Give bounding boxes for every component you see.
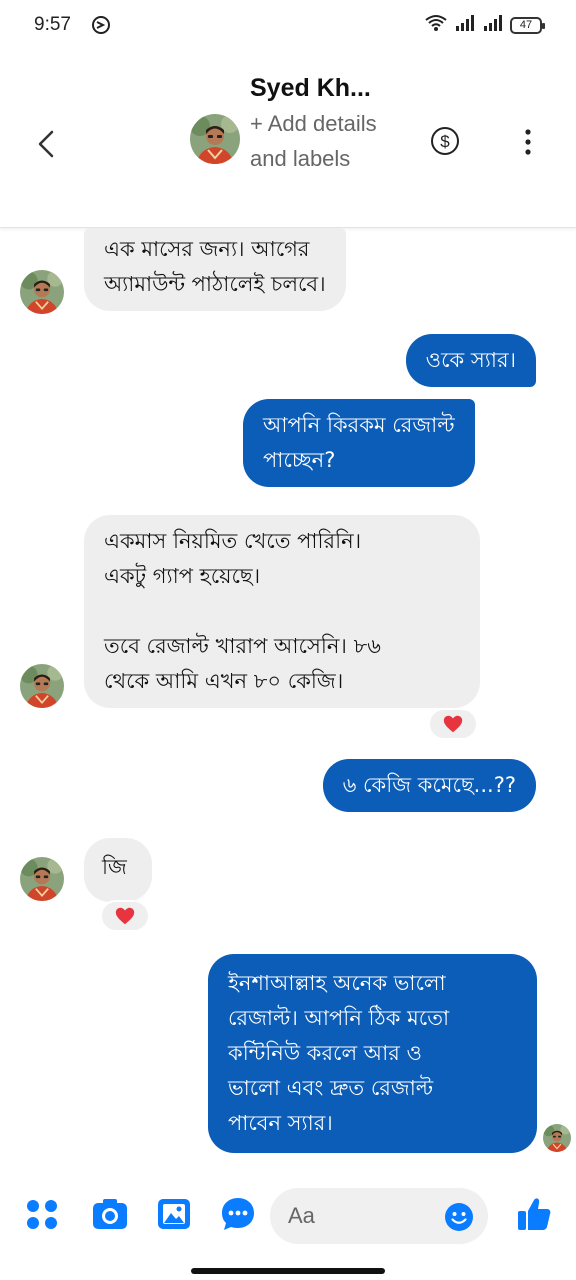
sender-avatar[interactable]: [20, 270, 64, 314]
gallery-icon[interactable]: [154, 1194, 194, 1234]
signal-icon: [454, 14, 476, 36]
contact-avatar[interactable]: [190, 114, 240, 164]
dollar-icon: $: [431, 127, 459, 155]
thumbs-up-icon[interactable]: [514, 1194, 554, 1234]
svg-text:$: $: [440, 132, 450, 151]
apps-icon[interactable]: [22, 1194, 62, 1234]
seen-avatar: [543, 1124, 571, 1152]
composer-bar: Aa: [0, 1180, 576, 1250]
chat-bubble-icon[interactable]: [218, 1194, 258, 1234]
home-indicator: [191, 1268, 385, 1274]
heart-reaction[interactable]: [100, 900, 150, 932]
contact-name[interactable]: Syed Kh...: [250, 74, 371, 103]
battery-icon: 47: [510, 16, 545, 34]
heart-reaction[interactable]: [428, 708, 478, 740]
sender-avatar[interactable]: [20, 664, 64, 708]
data-saver-icon: [90, 14, 112, 40]
signal-icon-2: [482, 14, 504, 36]
add-details-link[interactable]: + Add details and labels: [250, 106, 400, 176]
camera-icon[interactable]: [90, 1194, 130, 1234]
message-bubble-incoming[interactable]: এক মাসের জন্য। আগের অ্যামাউন্ট পাঠালেই চ…: [84, 228, 346, 311]
status-bar: 9:57 47: [0, 0, 576, 52]
message-input[interactable]: Aa: [270, 1188, 488, 1244]
message-bubble-incoming[interactable]: একমাস নিয়মিত খেতে পারিনি। একটু গ্যাপ হয…: [84, 515, 480, 708]
heart-icon: [442, 713, 464, 735]
message-bubble-outgoing[interactable]: ওকে স্যার।: [405, 334, 536, 387]
more-vertical-icon: [525, 129, 531, 155]
message-bubble-outgoing[interactable]: আপনি কিরকম রেজাল্ট পাচ্ছেন?: [243, 399, 475, 487]
more-options-button[interactable]: [518, 126, 538, 158]
heart-icon: [114, 905, 136, 927]
message-bubble-incoming[interactable]: জি: [84, 838, 152, 902]
payment-button[interactable]: $: [430, 126, 460, 156]
chat-header: Syed Kh... + Add details and labels $: [0, 52, 576, 228]
back-button[interactable]: [32, 124, 62, 164]
wifi-icon: [424, 14, 448, 36]
message-bubble-outgoing[interactable]: ৬ কেজি কমেছে...??: [322, 759, 536, 812]
chevron-left-icon: [38, 130, 54, 158]
sender-avatar[interactable]: [20, 857, 64, 901]
message-input-placeholder: Aa: [288, 1203, 315, 1228]
emoji-icon[interactable]: [444, 1202, 474, 1232]
status-time: 9:57: [34, 14, 71, 35]
message-bubble-outgoing[interactable]: ইনশাআল্লাহ অনেক ভালো রেজাল্ট। আপনি ঠিক ম…: [208, 954, 537, 1153]
